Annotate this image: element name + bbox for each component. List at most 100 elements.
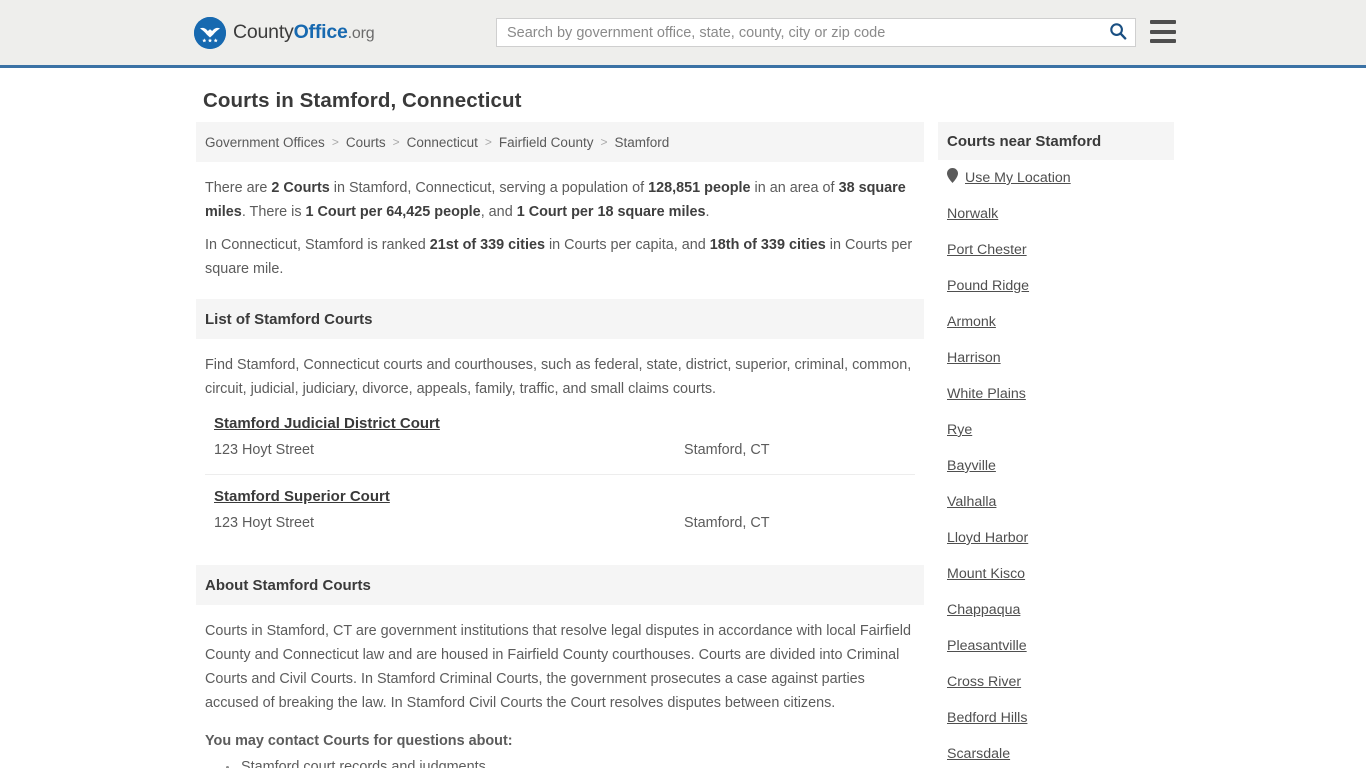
sidebar-item-bedford-hills[interactable]: Bedford Hills xyxy=(947,700,1165,736)
breadcrumb-item-connecticut[interactable]: Connecticut xyxy=(407,135,478,150)
breadcrumb-item-courts[interactable]: Courts xyxy=(346,135,386,150)
city-link[interactable]: Pleasantville xyxy=(947,638,1027,654)
city-link[interactable]: Bayville xyxy=(947,458,996,474)
breadcrumb-item-stamford: Stamford xyxy=(614,134,670,150)
sidebar-nearby-courts: Courts near Stamford Use My Location Nor… xyxy=(938,122,1174,768)
use-my-location-link[interactable]: Use My Location xyxy=(965,170,1071,186)
stat-per-capita: 1 Court per 64,425 people xyxy=(305,204,481,220)
sidebar-item-harrison[interactable]: Harrison xyxy=(947,340,1165,376)
stat-text: in an area of xyxy=(750,180,839,196)
hamburger-bar xyxy=(1150,39,1176,43)
search-icon xyxy=(1109,22,1127,43)
search-bar[interactable] xyxy=(496,18,1136,47)
court-detail-row: 123 Hoyt Street Stamford, CT xyxy=(214,511,906,535)
site-header: CountyOffice.org xyxy=(0,0,1366,68)
breadcrumb: Government Offices > Courts > Connecticu… xyxy=(196,122,924,162)
city-link[interactable]: Valhalla xyxy=(947,494,996,510)
main-content: Government Offices > Courts > Connecticu… xyxy=(196,122,924,768)
breadcrumb-item-government-offices[interactable]: Government Offices xyxy=(205,135,325,150)
about-description: Courts in Stamford, CT are government in… xyxy=(205,623,912,711)
sidebar-item-pleasantville[interactable]: Pleasantville xyxy=(947,628,1165,664)
sidebar-item-pound-ridge[interactable]: Pound Ridge xyxy=(947,268,1165,304)
intro-statistics: There are 2 Courts in Stamford, Connecti… xyxy=(196,162,924,281)
statistics-paragraph-counts: There are 2 Courts in Stamford, Connecti… xyxy=(205,176,915,224)
stat-per-area: 1 Court per 18 square miles xyxy=(516,204,706,220)
city-link[interactable]: Cross River xyxy=(947,674,1021,690)
sidebar-item-scarsdale[interactable]: Scarsdale xyxy=(947,736,1165,768)
contact-questions-heading: You may contact Courts for questions abo… xyxy=(205,733,513,749)
list-item: Stamford court records and judgments xyxy=(239,757,915,768)
city-link[interactable]: Mount Kisco xyxy=(947,566,1025,582)
breadcrumb-separator: > xyxy=(392,135,400,149)
court-address: 123 Hoyt Street xyxy=(214,515,314,531)
court-city-state: Stamford, CT xyxy=(684,515,770,531)
court-detail-row: 123 Hoyt Street Stamford, CT xyxy=(214,438,906,462)
city-link[interactable]: Port Chester xyxy=(947,242,1027,258)
court-name-link[interactable]: Stamford Superior Court xyxy=(214,488,390,505)
city-link[interactable]: Armonk xyxy=(947,314,996,330)
logo-text-office: Office xyxy=(293,21,348,43)
city-link[interactable]: Rye xyxy=(947,422,972,438)
breadcrumb-separator: > xyxy=(600,135,608,149)
court-name-link[interactable]: Stamford Judicial District Court xyxy=(214,415,440,432)
stat-text: . xyxy=(705,204,710,220)
city-link[interactable]: Bedford Hills xyxy=(947,710,1027,726)
sidebar-item-chappaqua[interactable]: Chappaqua xyxy=(947,592,1165,628)
rank-text: In Connecticut, Stamford is ranked xyxy=(205,237,430,253)
map-pin-icon xyxy=(947,168,958,188)
section-header-court-list: List of Stamford Courts xyxy=(196,299,924,339)
sidebar-heading: Courts near Stamford xyxy=(938,122,1174,160)
sidebar-item-bayville[interactable]: Bayville xyxy=(947,448,1165,484)
stat-text: There are xyxy=(205,180,272,196)
stat-population: 128,851 people xyxy=(648,180,751,196)
sidebar-city-list: Use My Location Norwalk Port Chester Pou… xyxy=(938,160,1174,768)
court-list-item: Stamford Superior Court 123 Hoyt Street … xyxy=(205,488,915,547)
stat-text: in Stamford, Connecticut, serving a popu… xyxy=(329,180,649,196)
page-title: Courts in Stamford, Connecticut xyxy=(203,89,522,112)
sidebar-item-use-my-location[interactable]: Use My Location xyxy=(947,160,1165,196)
sidebar-item-norwalk[interactable]: Norwalk xyxy=(947,196,1165,232)
court-city-state: Stamford, CT xyxy=(684,442,770,458)
hamburger-bar xyxy=(1150,20,1176,24)
stat-text: . There is xyxy=(241,204,306,220)
search-input[interactable] xyxy=(497,19,1101,46)
sidebar-item-rye[interactable]: Rye xyxy=(947,412,1165,448)
site-logo-text: CountyOffice.org xyxy=(233,21,375,44)
city-link[interactable]: Norwalk xyxy=(947,206,998,222)
breadcrumb-separator: > xyxy=(331,135,339,149)
city-link[interactable]: Scarsdale xyxy=(947,746,1010,762)
court-list-description: Find Stamford, Connecticut courts and co… xyxy=(205,357,912,397)
section-header-about: About Stamford Courts xyxy=(196,565,924,605)
contact-questions-list: Stamford court records and judgments Law… xyxy=(205,757,915,768)
city-link[interactable]: Harrison xyxy=(947,350,1001,366)
sidebar-item-lloyd-harbor[interactable]: Lloyd Harbor xyxy=(947,520,1165,556)
rank-per-square-mile: 18th of 339 cities xyxy=(709,237,826,253)
city-link[interactable]: Pound Ridge xyxy=(947,278,1029,294)
eagle-shield-icon xyxy=(194,16,226,49)
hamburger-menu-icon[interactable] xyxy=(1150,20,1176,43)
rank-per-capita: 21st of 339 cities xyxy=(429,237,545,253)
sidebar-item-armonk[interactable]: Armonk xyxy=(947,304,1165,340)
stat-court-count: 2 Courts xyxy=(271,180,330,196)
breadcrumb-item-fairfield-county[interactable]: Fairfield County xyxy=(499,135,594,150)
sidebar-item-port-chester[interactable]: Port Chester xyxy=(947,232,1165,268)
sidebar-item-mount-kisco[interactable]: Mount Kisco xyxy=(947,556,1165,592)
statistics-paragraph-ranking: In Connecticut, Stamford is ranked 21st … xyxy=(205,233,915,281)
logo-text-county: County xyxy=(233,21,294,43)
sidebar-item-white-plains[interactable]: White Plains xyxy=(947,376,1165,412)
rank-text: in Courts per capita, and xyxy=(544,237,710,253)
court-list: Stamford Judicial District Court 123 Hoy… xyxy=(205,415,915,547)
court-list-section: Find Stamford, Connecticut courts and co… xyxy=(196,339,924,547)
city-link[interactable]: Chappaqua xyxy=(947,602,1020,618)
stat-text: , and xyxy=(480,204,517,220)
sidebar-item-valhalla[interactable]: Valhalla xyxy=(947,484,1165,520)
court-address: 123 Hoyt Street xyxy=(214,442,314,458)
site-logo[interactable]: CountyOffice.org xyxy=(194,16,375,49)
search-submit-button[interactable] xyxy=(1101,19,1135,46)
city-link[interactable]: White Plains xyxy=(947,386,1026,402)
court-list-item: Stamford Judicial District Court 123 Hoy… xyxy=(205,415,915,475)
breadcrumb-separator: > xyxy=(484,135,492,149)
sidebar-item-cross-river[interactable]: Cross River xyxy=(947,664,1165,700)
city-link[interactable]: Lloyd Harbor xyxy=(947,530,1028,546)
hamburger-bar xyxy=(1150,29,1176,34)
